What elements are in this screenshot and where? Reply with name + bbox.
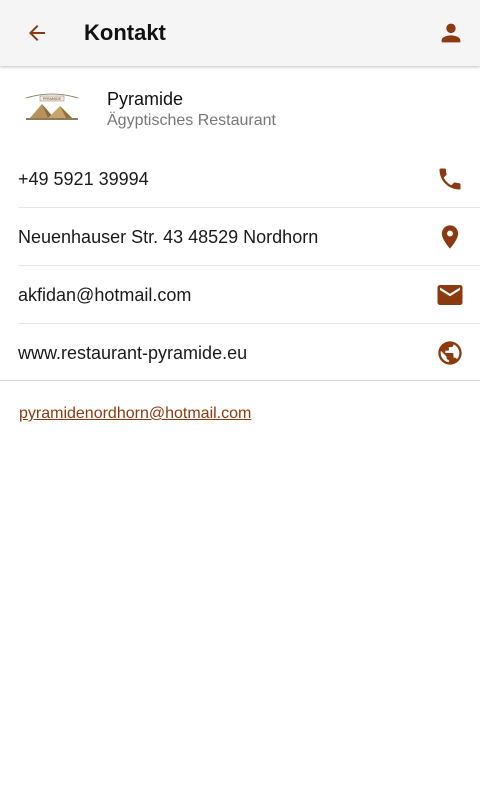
address-row[interactable]: Neuenhauser Str. 43 48529 Nordhorn: [18, 208, 480, 266]
profile-button[interactable]: [434, 16, 468, 50]
address-text: Neuenhauser Str. 43 48529 Nordhorn: [18, 227, 319, 247]
person-icon: [441, 23, 461, 43]
logo-text: PYRAMIDE: [43, 97, 62, 101]
footer-email-link[interactable]: pyramidenordhorn@hotmail.com: [19, 404, 251, 424]
arrow-left-icon: [29, 25, 45, 41]
location-pin-icon: [434, 221, 466, 253]
email-row[interactable]: akfidan@hotmail.com: [18, 266, 480, 324]
globe-icon: [434, 337, 466, 369]
section-divider: [0, 380, 480, 381]
back-button[interactable]: [20, 17, 54, 49]
page-title: Kontakt: [84, 20, 166, 45]
phone-number: +49 5921 39994: [18, 169, 149, 189]
mail-icon: [434, 279, 466, 311]
website-text: www.restaurant-pyramide.eu: [18, 343, 248, 363]
restaurant-subtitle: Ägyptisches Restaurant: [107, 112, 276, 129]
restaurant-logo: PYRAMIDE: [25, 93, 79, 120]
phone-row[interactable]: +49 5921 39994: [18, 150, 480, 208]
email-text: akfidan@hotmail.com: [18, 285, 192, 305]
contact-list: +49 5921 39994 Neuenhauser Str. 43 48529…: [0, 150, 480, 381]
restaurant-name: Pyramide: [107, 89, 184, 109]
website-row[interactable]: www.restaurant-pyramide.eu: [18, 324, 480, 381]
restaurant-header: PYRAMIDE Pyramide Ägyptisches Restaurant: [0, 66, 480, 150]
app-bar: Kontakt: [0, 0, 480, 66]
phone-icon: [434, 163, 466, 195]
